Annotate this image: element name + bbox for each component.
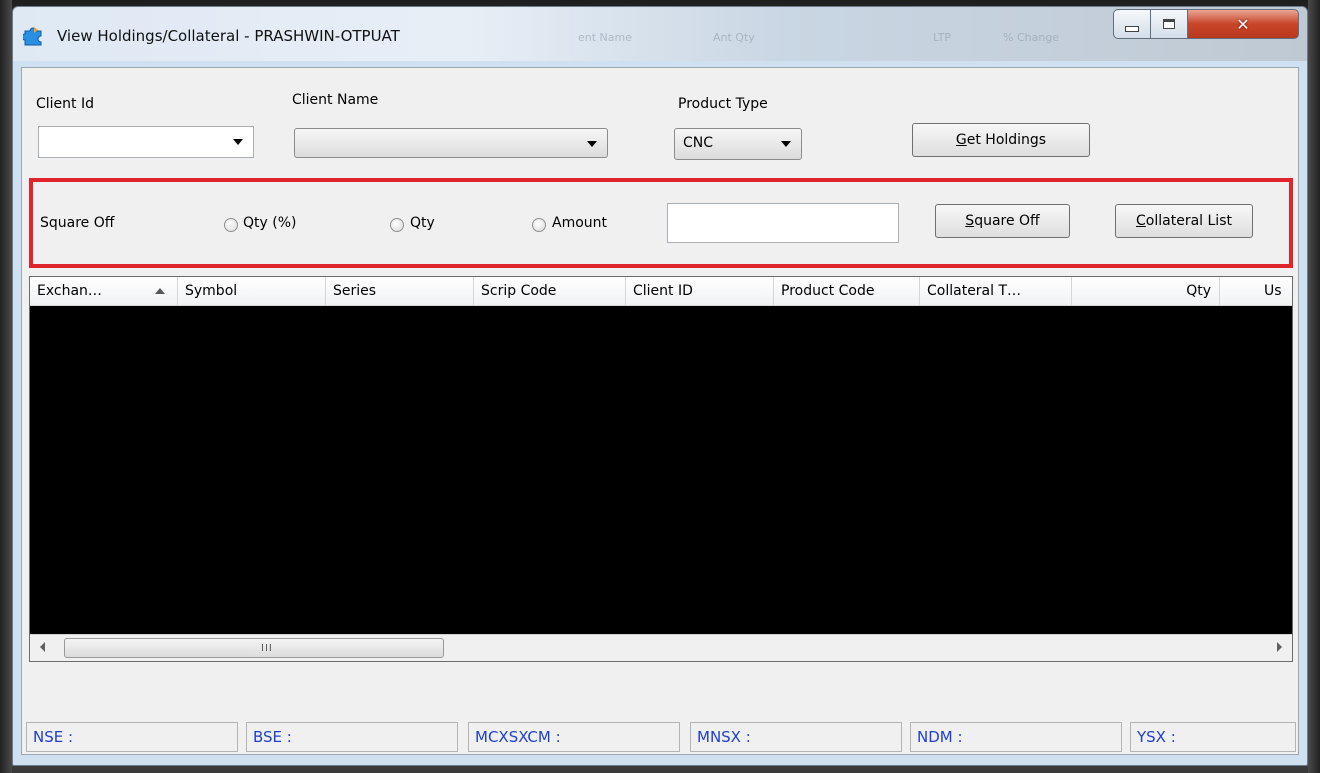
qty-label: Qty	[410, 215, 435, 231]
title-bar[interactable]: View Holdings/Collateral - PRASHWIN-OTPU…	[13, 7, 1307, 61]
product-type-combo[interactable]: CNC	[674, 128, 802, 160]
background-ghost-text: LTP	[933, 31, 951, 44]
square-off-button-label: quare Off	[974, 213, 1040, 229]
qty-radio[interactable]	[390, 218, 404, 232]
column-header-exchange[interactable]: Exchan…	[30, 277, 178, 305]
column-header-client-id[interactable]: Client ID	[626, 277, 774, 305]
status-ysx: YSX :	[1130, 722, 1296, 752]
horizontal-scrollbar[interactable]: III	[30, 634, 1292, 661]
collateral-list-label: ollateral List	[1145, 213, 1232, 229]
background-ghost-text: ent Name	[578, 31, 633, 44]
column-header-collateral-type[interactable]: Collateral T…	[920, 277, 1072, 305]
status-nse: NSE :	[26, 722, 238, 752]
qty-percent-label: Qty (%)	[243, 215, 297, 231]
column-header-series[interactable]: Series	[326, 277, 474, 305]
chevron-down-icon	[781, 141, 791, 147]
collateral-list-button[interactable]: Collateral List	[1115, 204, 1253, 238]
window-title: View Holdings/Collateral - PRASHWIN-OTPU…	[57, 27, 400, 45]
close-icon: ✕	[1236, 14, 1250, 34]
column-header-used[interactable]: Us	[1220, 277, 1292, 305]
maximize-button[interactable]	[1150, 9, 1188, 39]
scroll-right-icon[interactable]	[1277, 642, 1282, 652]
holdings-window: View Holdings/Collateral - PRASHWIN-OTPU…	[12, 6, 1308, 766]
desktop-edge-right	[1308, 0, 1320, 773]
desktop-edge-left	[0, 0, 12, 773]
scrollbar-grip: III	[261, 643, 273, 654]
square-off-accelerator: S	[965, 213, 975, 229]
puzzle-app-icon	[23, 27, 42, 46]
scroll-left-icon[interactable]	[40, 642, 45, 652]
minimize-icon	[1125, 26, 1139, 32]
background-ghost-text: % Change	[1003, 31, 1060, 44]
column-header-scrip-code[interactable]: Scrip Code	[474, 277, 626, 305]
square-off-label: Square Off	[40, 215, 115, 231]
minimize-button[interactable]	[1113, 9, 1151, 39]
maximize-icon	[1163, 19, 1175, 29]
chevron-down-icon	[233, 139, 243, 145]
background-ghost-text: Ant Qty	[713, 31, 755, 44]
get-holdings-button[interactable]: Get Holdings	[912, 123, 1090, 157]
product-type-label: Product Type	[678, 96, 768, 112]
sort-ascending-icon	[155, 288, 165, 294]
get-holdings-accelerator: G	[955, 132, 967, 148]
qty-percent-radio[interactable]	[224, 218, 238, 232]
product-type-value: CNC	[683, 135, 714, 151]
client-area: Client Id Client Name Product Type CNC G…	[21, 67, 1299, 755]
square-off-button[interactable]: Square Off	[935, 204, 1070, 238]
scrollbar-thumb[interactable]: III	[64, 638, 444, 658]
holdings-grid[interactable]: Exchan… Symbol Series Scrip Code Client …	[29, 276, 1293, 662]
client-name-label: Client Name	[292, 92, 379, 108]
client-id-combo[interactable]	[38, 126, 254, 158]
chevron-down-icon	[587, 141, 597, 147]
client-id-label: Client Id	[36, 96, 94, 112]
status-mnsx: MNSX :	[690, 722, 902, 752]
column-header-label: Exchan…	[37, 283, 102, 299]
column-header-symbol[interactable]: Symbol	[178, 277, 326, 305]
square-off-value-input[interactable]	[667, 203, 899, 243]
column-header-qty[interactable]: Qty	[1072, 277, 1220, 305]
square-off-highlight	[29, 178, 1293, 268]
close-button[interactable]: ✕	[1187, 9, 1299, 39]
grid-header: Exchan… Symbol Series Scrip Code Client …	[30, 277, 1292, 306]
amount-radio[interactable]	[532, 218, 546, 232]
collateral-list-accelerator: C	[1136, 213, 1146, 229]
status-bse: BSE :	[246, 722, 458, 752]
status-ndm: NDM :	[910, 722, 1122, 752]
status-mcxsxcm: MCXSXCM :	[468, 722, 680, 752]
get-holdings-label: et Holdings	[966, 132, 1047, 148]
client-name-combo[interactable]	[294, 128, 608, 158]
column-header-product-code[interactable]: Product Code	[774, 277, 920, 305]
amount-label: Amount	[552, 215, 608, 231]
